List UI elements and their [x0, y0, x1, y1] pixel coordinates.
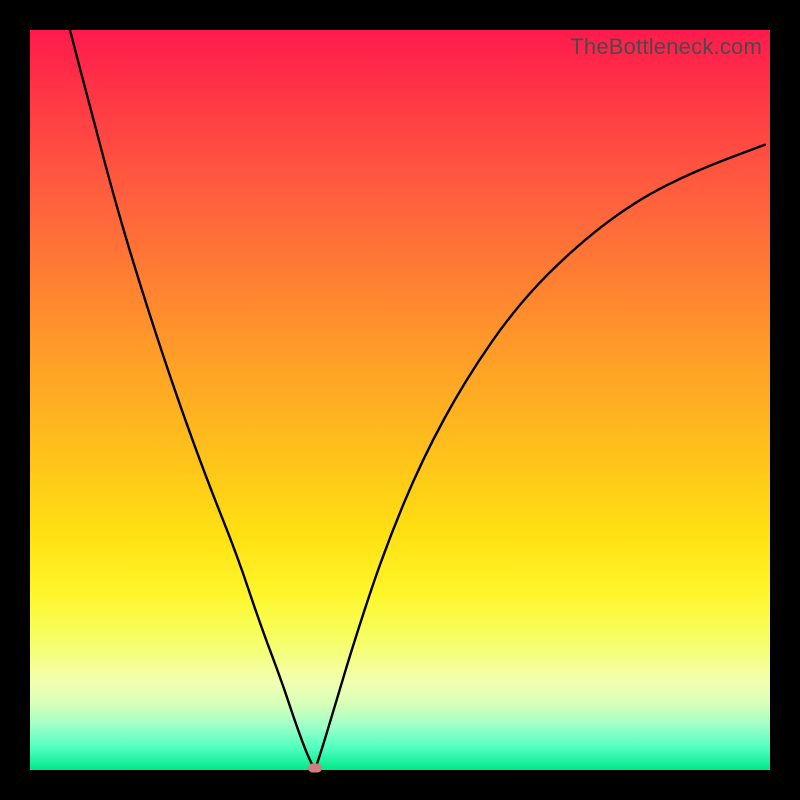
left-branch-line — [70, 30, 315, 770]
bottleneck-curve — [30, 30, 770, 770]
right-branch-line — [315, 145, 765, 770]
minimum-marker — [308, 764, 322, 773]
chart-frame: TheBottleneck.com — [0, 0, 800, 800]
plot-area: TheBottleneck.com — [30, 30, 770, 770]
